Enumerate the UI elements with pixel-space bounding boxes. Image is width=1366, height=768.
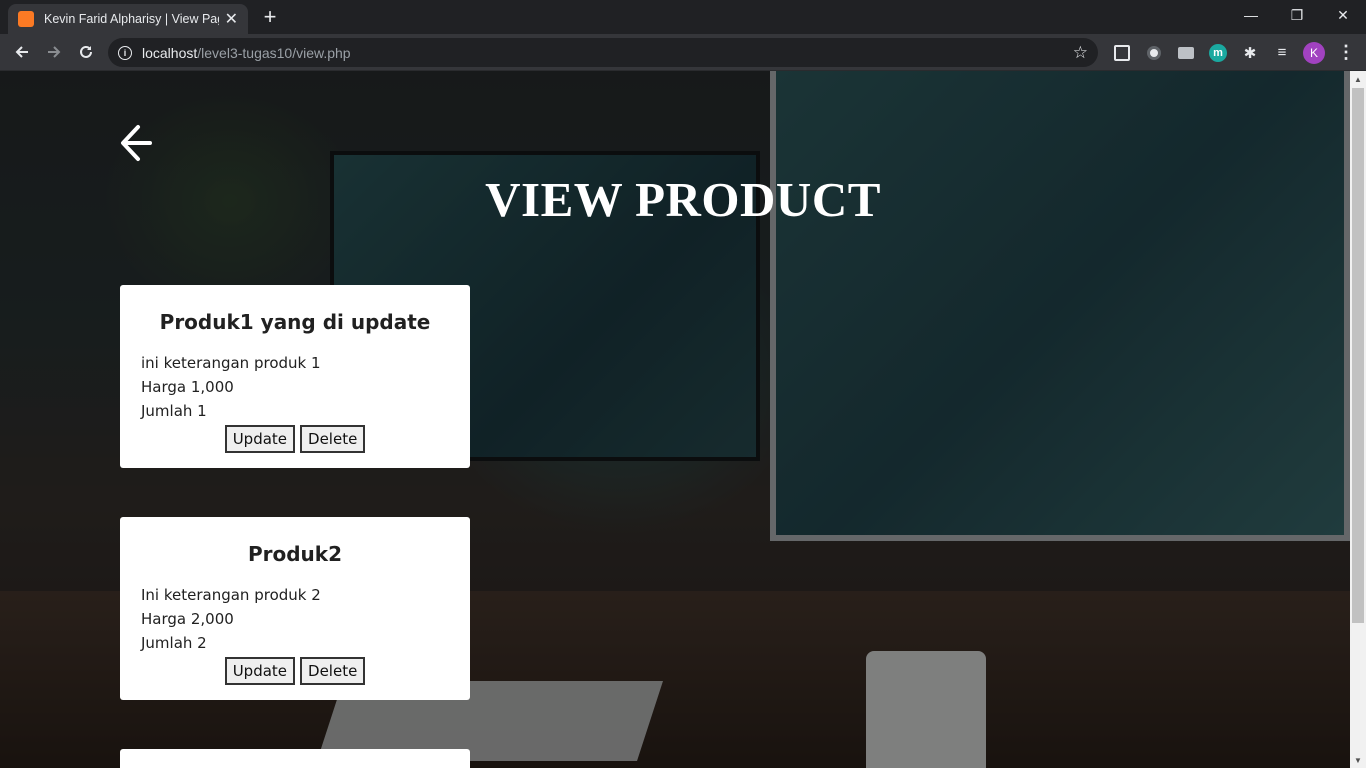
tab-title: Kevin Farid Alpharisy | View Page [44, 12, 219, 26]
forward-button[interactable] [40, 38, 68, 66]
avatar: K [1303, 41, 1325, 64]
product-quantity: Jumlah 2 [141, 634, 207, 652]
product-name: Produk2 [247, 542, 343, 566]
browser-titlebar: Kevin Farid Alpharisy | View Page ✕ + — … [0, 0, 1366, 34]
update-button[interactable]: Update [224, 425, 296, 453]
url-path: /level3-tugas10/view.php [197, 44, 351, 61]
page-scrollbar[interactable]: ▲ ▼ [1350, 71, 1366, 768]
product-description: Ini keterangan produk 2 [141, 586, 321, 604]
m-extension-button[interactable]: m [1202, 38, 1234, 67]
page-background: VIEW PRODUCT Produk1 yang di update ini … [0, 71, 1350, 768]
restore-button[interactable]: ❐ [1274, 0, 1320, 30]
xampp-favicon-icon [18, 11, 34, 27]
product-price: Harga 2,000 [141, 610, 234, 628]
bookmark-star-icon[interactable]: ☆ [1073, 43, 1088, 63]
browser-menu-button[interactable]: ⋮ [1330, 38, 1362, 67]
qr-code-icon [1114, 44, 1130, 61]
forward-arrow-icon [48, 46, 61, 58]
minimize-button[interactable]: — [1228, 0, 1274, 30]
scroll-up-icon[interactable]: ▲ [1350, 71, 1366, 87]
reload-icon [80, 45, 92, 58]
product-quantity: Jumlah 1 [141, 402, 207, 420]
back-button[interactable] [8, 38, 36, 66]
product-name: Produk1 yang di update [159, 310, 431, 334]
product-card: Produk1 yang di update ini keterangan pr… [120, 285, 470, 468]
page-title: VIEW PRODUCT [485, 172, 881, 227]
playlist-icon: ≡ [1277, 44, 1287, 61]
scroll-down-icon[interactable]: ▼ [1350, 752, 1366, 768]
url-host: localhost [142, 44, 198, 61]
media-button[interactable]: ≡ [1266, 38, 1298, 67]
camera-icon [1178, 46, 1194, 59]
product-card-partial [120, 749, 470, 768]
back-link[interactable] [120, 121, 154, 165]
product-actions: Update Delete [141, 657, 449, 685]
delete-button[interactable]: Delete [300, 425, 366, 453]
record-icon [1147, 45, 1161, 60]
window-controls: — ❐ ✕ [1228, 0, 1366, 30]
m-extension-icon: m [1209, 43, 1227, 62]
product-description: ini keterangan produk 1 [141, 354, 321, 372]
product-price: Harga 1,000 [141, 378, 234, 396]
close-window-button[interactable]: ✕ [1320, 0, 1366, 30]
browser-toolbar: i localhost/level3-tugas10/view.php ☆ m … [0, 34, 1366, 71]
more-vert-icon: ⋮ [1337, 42, 1355, 62]
record-extension-button[interactable] [1138, 38, 1170, 67]
back-arrow-icon [15, 46, 28, 58]
product-card: Produk2 Ini keterangan produk 2 Harga 2,… [120, 517, 470, 700]
scrollbar-thumb[interactable] [1352, 88, 1364, 623]
update-button[interactable]: Update [224, 657, 296, 685]
tab-close-icon[interactable]: ✕ [225, 9, 238, 29]
product-actions: Update Delete [141, 425, 449, 453]
qr-extension-button[interactable] [1106, 38, 1138, 67]
extensions-area: m ✱ ≡ K ⋮ [1106, 38, 1362, 67]
new-tab-button[interactable]: + [258, 4, 282, 30]
camera-extension-button[interactable] [1170, 38, 1202, 67]
profile-button[interactable]: K [1298, 38, 1330, 67]
info-icon[interactable]: i [118, 45, 132, 60]
delete-button[interactable]: Delete [300, 657, 366, 685]
back-arrow-icon [121, 125, 152, 161]
address-bar[interactable]: i localhost/level3-tugas10/view.php ☆ [108, 38, 1098, 67]
extensions-button[interactable]: ✱ [1234, 38, 1266, 67]
browser-tab[interactable]: Kevin Farid Alpharisy | View Page ✕ [8, 4, 248, 34]
reload-button[interactable] [72, 38, 100, 66]
puzzle-icon: ✱ [1243, 44, 1257, 62]
